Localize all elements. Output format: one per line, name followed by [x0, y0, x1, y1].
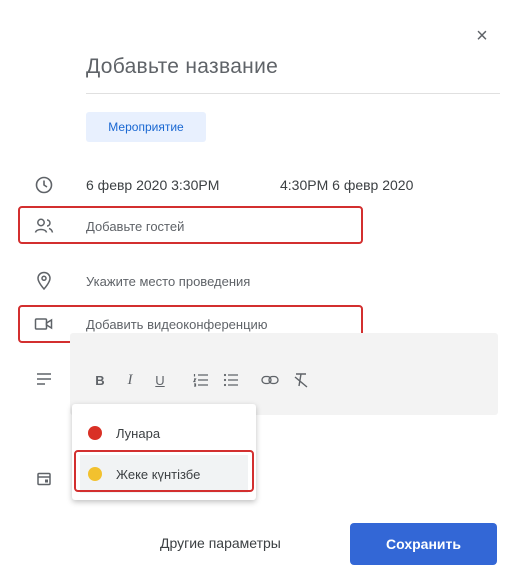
video-camera-icon	[33, 313, 55, 335]
location-field[interactable]: Укажите место проведения	[86, 274, 250, 289]
description-icon	[33, 368, 55, 390]
bulleted-list-icon[interactable]	[222, 370, 240, 390]
italic-button[interactable]: I	[122, 370, 138, 390]
people-icon	[33, 215, 55, 237]
calendar-option-lunara[interactable]: Лунара	[80, 414, 248, 452]
clock-icon	[33, 174, 55, 196]
personal-calendar-highlight	[74, 450, 254, 492]
add-guests-field[interactable]: Добавьте гостей	[86, 219, 184, 234]
red-dot-icon	[88, 426, 102, 440]
add-video-conference-button[interactable]: Добавить видеоконференцию	[86, 317, 268, 332]
close-button[interactable]: ×	[472, 26, 492, 46]
calendar-icon	[33, 468, 55, 490]
format-toolbar: B I U	[92, 370, 392, 390]
underline-button[interactable]: U	[152, 370, 168, 390]
event-type-chip[interactable]: Мероприятие	[86, 112, 206, 142]
clear-formatting-icon[interactable]	[292, 370, 310, 390]
location-pin-icon	[33, 270, 55, 292]
save-button[interactable]: Сохранить	[350, 523, 497, 565]
calendar-option-label: Лунара	[116, 425, 161, 441]
bold-button[interactable]: B	[92, 370, 108, 390]
event-title-field[interactable]: Добавьте название	[86, 55, 500, 94]
link-icon[interactable]	[260, 370, 280, 390]
ordered-list-icon[interactable]	[192, 370, 210, 390]
datetime-start[interactable]: 6 февр 2020 3:30PM	[86, 177, 219, 193]
more-options-button[interactable]: Другие параметры	[160, 535, 281, 551]
datetime-end[interactable]: 4:30PM 6 февр 2020	[280, 177, 413, 193]
guests-highlight	[18, 206, 363, 244]
